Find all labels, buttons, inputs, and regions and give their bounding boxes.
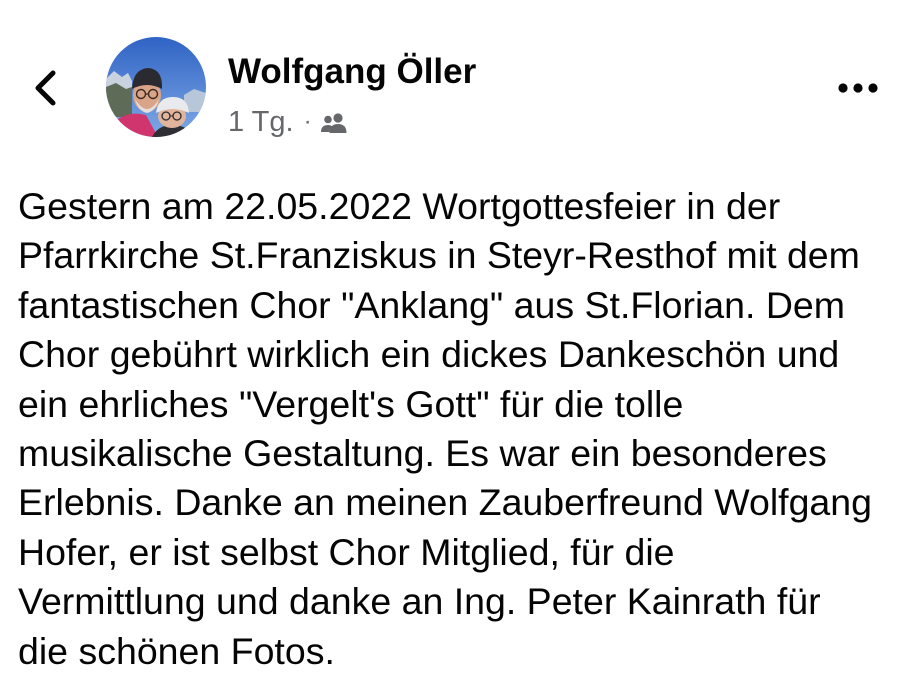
back-button[interactable] xyxy=(26,66,66,110)
post-text-line: Chor gebührt wirklich ein dickes Dankesc… xyxy=(18,333,840,376)
post-meta: 1 Tg. · xyxy=(228,105,348,139)
more-horizontal-icon xyxy=(838,83,878,93)
post-text-line: ein ehrliches "Vergelt's Gott" für die t… xyxy=(18,382,684,425)
post-text-line: fantastischen Chor "Anklang" aus St.Flor… xyxy=(18,283,846,326)
profile-photo xyxy=(106,37,206,137)
chevron-left-icon xyxy=(35,70,56,106)
post-text-line: Gestern am 22.05.2022 Wortgottesfeier in… xyxy=(18,185,781,227)
friends-icon[interactable] xyxy=(320,112,348,134)
post-text-line: musikalische Gestaltung. Es war ein beso… xyxy=(18,431,827,474)
more-options-button[interactable] xyxy=(832,70,884,106)
post-text-line: Hofer, er ist selbst Chor Mitglied, für … xyxy=(18,530,675,573)
post-time[interactable]: 1 Tg. xyxy=(228,106,294,139)
avatar[interactable] xyxy=(106,37,206,137)
author-name[interactable]: Wolfgang Öller xyxy=(228,52,476,92)
meta-separator: · xyxy=(303,108,312,135)
post-text-line: Erlebnis. Danke an meinen Zauberfreund W… xyxy=(18,481,872,524)
post-text-line: Pfarrkirche St.Franziskus in Steyr-Resth… xyxy=(18,234,860,277)
post-text-line: die schönen Fotos. xyxy=(18,629,335,672)
post-text: Gestern am 22.05.2022 Wortgottesfeier in… xyxy=(18,182,898,676)
post-text-line: Vermittlung und danke an Ing. Peter Kain… xyxy=(18,580,821,623)
